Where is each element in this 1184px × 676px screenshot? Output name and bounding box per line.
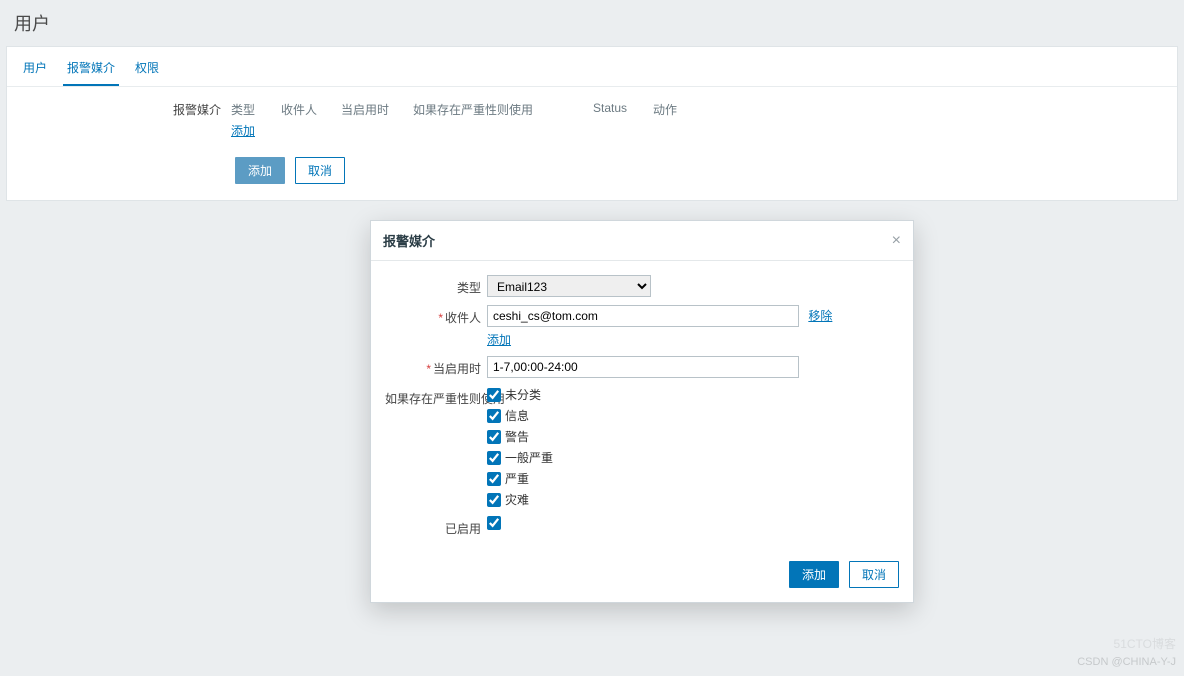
severity-label-3: 一般严重: [505, 449, 553, 466]
severity-label-4: 严重: [505, 470, 529, 487]
media-modal: 报警媒介 × 类型 Email123 *收件人 移除 添加 *当启用时: [370, 220, 914, 603]
severity-item-2[interactable]: 警告: [487, 428, 899, 445]
severity-list: 未分类 信息 警告 一般严重 严重 灾难: [487, 386, 899, 508]
media-section-label: 报警媒介: [21, 101, 231, 139]
modal-add-button[interactable]: 添加: [789, 561, 839, 588]
media-table-header: 类型 收件人 当启用时 如果存在严重性则使用 Status 动作: [231, 101, 1163, 122]
col-status: Status: [593, 101, 653, 122]
enabled-checkbox[interactable]: [487, 516, 501, 530]
col-recipient: 收件人: [281, 101, 341, 122]
severity-checkbox-5[interactable]: [487, 493, 501, 507]
row-enabled: 已启用: [385, 516, 899, 537]
severity-checkbox-1[interactable]: [487, 409, 501, 423]
page-title: 用户: [0, 0, 1184, 46]
label-severity: 如果存在严重性则使用: [385, 386, 487, 407]
close-icon[interactable]: ×: [892, 233, 901, 249]
modal-footer: 添加 取消: [371, 551, 913, 602]
row-recipient: *收件人 移除 添加: [385, 305, 899, 348]
when-input[interactable]: [487, 356, 799, 378]
severity-item-3[interactable]: 一般严重: [487, 449, 899, 466]
severity-checkbox-0[interactable]: [487, 388, 501, 402]
label-recipient-text: 收件人: [445, 311, 481, 325]
row-type: 类型 Email123: [385, 275, 899, 297]
severity-label-5: 灾难: [505, 491, 529, 508]
severity-item-4[interactable]: 严重: [487, 470, 899, 487]
label-type: 类型: [385, 275, 487, 296]
panel-buttons: 添加 取消: [7, 157, 1177, 200]
row-when: *当启用时: [385, 356, 899, 378]
col-when: 当启用时: [341, 101, 413, 122]
severity-label-1: 信息: [505, 407, 529, 424]
panel-add-button[interactable]: 添加: [235, 157, 285, 184]
modal-header: 报警媒介 ×: [371, 221, 913, 261]
label-when: *当启用时: [385, 356, 487, 377]
severity-label-0: 未分类: [505, 386, 541, 403]
col-type: 类型: [231, 101, 281, 122]
col-action: 动作: [653, 101, 713, 122]
table-add-link[interactable]: 添加: [231, 124, 255, 138]
modal-title: 报警媒介: [383, 231, 435, 250]
watermark-bottom: CSDN @CHINA-Y-J: [1077, 656, 1176, 668]
tabs-bar: 用户 报警媒介 权限: [7, 47, 1177, 87]
tab-user[interactable]: 用户: [19, 55, 51, 86]
recipient-input[interactable]: [487, 305, 799, 327]
label-recipient: *收件人: [385, 305, 487, 326]
modal-body: 类型 Email123 *收件人 移除 添加 *当启用时 如果存在严重性则使用: [371, 261, 913, 551]
tab-permissions[interactable]: 权限: [131, 55, 163, 86]
type-select[interactable]: Email123: [487, 275, 651, 297]
media-section: 报警媒介 类型 收件人 当启用时 如果存在严重性则使用 Status 动作 添加: [7, 87, 1177, 157]
media-table: 类型 收件人 当启用时 如果存在严重性则使用 Status 动作 添加: [231, 101, 1163, 139]
severity-item-1[interactable]: 信息: [487, 407, 899, 424]
severity-item-5[interactable]: 灾难: [487, 491, 899, 508]
watermark-top: 51CTO博客: [1114, 635, 1176, 652]
remove-recipient-link[interactable]: 移除: [808, 307, 832, 324]
panel-cancel-button[interactable]: 取消: [295, 157, 345, 184]
severity-item-0[interactable]: 未分类: [487, 386, 899, 403]
add-recipient-link[interactable]: 添加: [487, 331, 899, 348]
tab-media[interactable]: 报警媒介: [63, 55, 119, 86]
label-when-text: 当启用时: [433, 362, 481, 376]
row-severity: 如果存在严重性则使用 未分类 信息 警告 一般严重 严重 灾难: [385, 386, 899, 508]
severity-checkbox-3[interactable]: [487, 451, 501, 465]
label-enabled: 已启用: [385, 516, 487, 537]
modal-cancel-button[interactable]: 取消: [849, 561, 899, 588]
severity-checkbox-2[interactable]: [487, 430, 501, 444]
col-severity: 如果存在严重性则使用: [413, 101, 593, 122]
main-panel: 用户 报警媒介 权限 报警媒介 类型 收件人 当启用时 如果存在严重性则使用 S…: [6, 46, 1178, 201]
severity-checkbox-4[interactable]: [487, 472, 501, 486]
severity-label-2: 警告: [505, 428, 529, 445]
